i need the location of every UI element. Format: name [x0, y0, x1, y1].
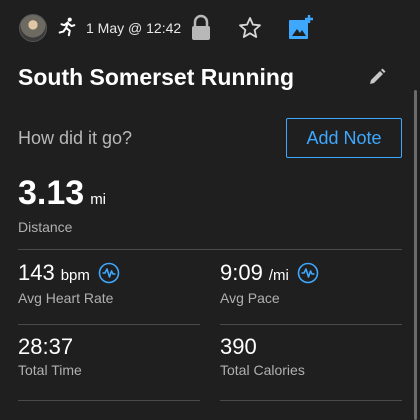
add-note-button[interactable]: Add Note: [286, 118, 402, 158]
activity-title: South Somerset Running: [18, 64, 294, 90]
top-bar: 1 May @ 12:42: [0, 0, 420, 56]
divider: [18, 249, 402, 250]
note-prompt: How did it go?: [18, 128, 133, 148]
pace-number: 9:09: [220, 260, 263, 285]
heart-rate-number: 143: [18, 260, 55, 285]
star-icon[interactable]: [238, 16, 262, 40]
heart-rate-label: Avg Heart Rate: [18, 290, 114, 306]
add-photo-icon[interactable]: [288, 14, 314, 40]
avatar[interactable]: [19, 14, 47, 42]
total-calories-label: Total Calories: [220, 362, 305, 378]
running-icon: [58, 17, 76, 37]
scrollbar[interactable]: [414, 90, 417, 420]
divider: [18, 324, 200, 325]
heart-rate-chart-icon[interactable]: [98, 262, 120, 284]
heart-rate-unit: bpm: [60, 267, 90, 284]
activity-date: 1 May @ 12:42: [86, 20, 182, 36]
total-calories-number: 390: [220, 334, 257, 359]
divider: [18, 400, 200, 401]
heart-rate-value: 143 bpm: [18, 260, 120, 286]
distance-number: 3.13: [18, 174, 85, 212]
distance-label: Distance: [18, 219, 73, 235]
distance-value: 3.13 mi: [18, 174, 106, 213]
divider: [220, 400, 402, 401]
pace-chart-icon[interactable]: [297, 262, 319, 284]
pace-unit: /mi: [268, 267, 289, 284]
total-time-label: Total Time: [18, 362, 82, 378]
total-calories-value: 390: [220, 334, 257, 360]
total-time-number: 28:37: [18, 334, 74, 359]
lock-icon[interactable]: [190, 14, 212, 42]
total-time-value: 28:37: [18, 334, 73, 360]
pace-value: 9:09 /mi: [220, 260, 319, 286]
divider: [220, 324, 402, 325]
distance-unit: mi: [90, 191, 107, 208]
pace-label: Avg Pace: [220, 290, 280, 306]
edit-icon[interactable]: [368, 68, 386, 86]
